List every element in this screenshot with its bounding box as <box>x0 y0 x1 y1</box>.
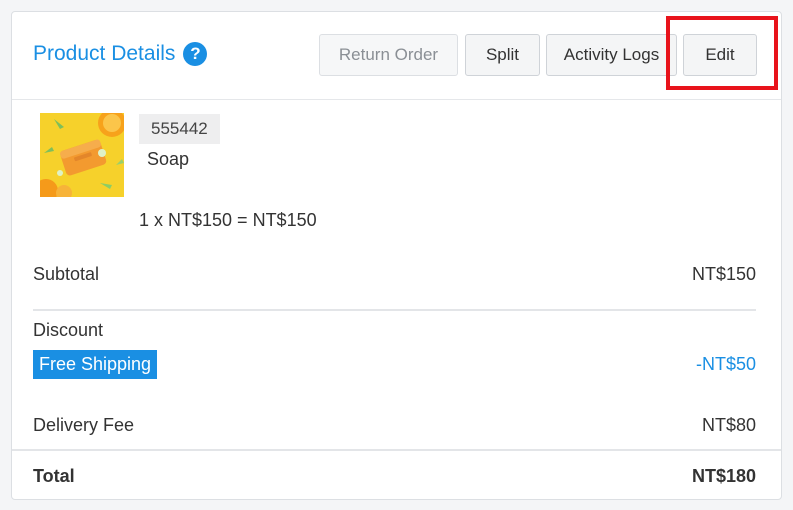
subtotal-label: Subtotal <box>33 264 100 284</box>
price-formula: 1 x NT$150 = NT$150 <box>139 210 317 230</box>
discount-value: -NT$50 <box>695 354 756 374</box>
product-details-panel: Product Details ? Return Order Split Act… <box>11 11 782 500</box>
discount-label: Discount <box>33 320 104 340</box>
soap-image-icon <box>40 113 124 197</box>
edit-highlight-box <box>666 16 778 90</box>
panel-header: Product Details ? Return Order Split Act… <box>12 12 781 100</box>
split-button[interactable]: Split <box>465 34 540 76</box>
product-sku: 555442 <box>139 114 220 144</box>
discount-tag: Free Shipping <box>33 350 158 379</box>
activity-logs-button[interactable]: Activity Logs <box>546 34 677 76</box>
total-divider <box>12 449 781 451</box>
subtotal-value: NT$150 <box>691 264 756 284</box>
question-circle-icon[interactable]: ? <box>183 42 208 66</box>
product-name: Soap <box>147 149 190 169</box>
total-label: Total <box>33 466 75 486</box>
product-image <box>40 113 124 197</box>
divider <box>33 309 756 311</box>
page-title: Product Details <box>33 42 176 65</box>
panel-title-group: Product Details ? <box>33 42 208 66</box>
delivery-fee-label: Delivery Fee <box>33 415 135 435</box>
delivery-fee-value: NT$80 <box>701 415 756 435</box>
return-order-button[interactable]: Return Order <box>319 34 458 76</box>
total-value: NT$180 <box>691 466 756 486</box>
